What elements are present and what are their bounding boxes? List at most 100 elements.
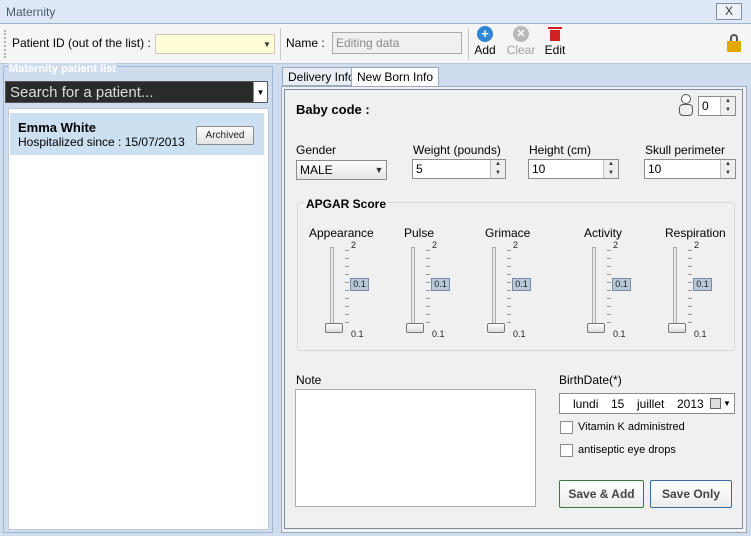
chevron-down-icon: ▼ bbox=[374, 165, 384, 175]
save-only-button[interactable]: Save Only bbox=[650, 480, 732, 508]
birthdate-month: juillet bbox=[637, 397, 665, 411]
apgar-slider-track[interactable] bbox=[411, 247, 415, 333]
slider-tick bbox=[426, 322, 430, 323]
weight-label: Weight (pounds) bbox=[413, 143, 501, 157]
apgar-slider-label: Respiration bbox=[665, 226, 726, 240]
birthdate-year: 2013 bbox=[677, 397, 704, 411]
slider-tick bbox=[426, 250, 430, 251]
skull-stepper[interactable]: 10 ▲ ▼ bbox=[644, 159, 736, 179]
slider-tick bbox=[507, 322, 511, 323]
tab-new-born-info[interactable]: New Born Info bbox=[351, 67, 440, 87]
toolbar-separator bbox=[468, 28, 469, 60]
apgar-slider-thumb[interactable] bbox=[668, 323, 686, 333]
slider-tick bbox=[688, 274, 692, 275]
clear-button[interactable]: ✕ Clear bbox=[505, 26, 537, 57]
slider-tick bbox=[688, 250, 692, 251]
slider-tick bbox=[607, 250, 611, 251]
slider-tick bbox=[607, 290, 611, 291]
name-input[interactable]: Editing data bbox=[332, 32, 462, 54]
archived-badge[interactable]: Archived bbox=[196, 126, 254, 145]
apgar-min-label: 0.1 bbox=[613, 329, 626, 339]
apgar-slider-thumb[interactable] bbox=[487, 323, 505, 333]
edit-button[interactable]: Edit bbox=[542, 26, 568, 57]
note-textarea[interactable] bbox=[295, 389, 536, 507]
patient-name: Emma White bbox=[18, 120, 97, 135]
baby-code-stepper[interactable]: 0 ▲ ▼ bbox=[698, 96, 736, 116]
slider-tick bbox=[345, 258, 349, 259]
patient-list-title: Maternity patient list bbox=[8, 63, 117, 75]
baby-code-label: Baby code : bbox=[296, 102, 370, 117]
apgar-max-label: 2 bbox=[613, 240, 619, 250]
apgar-slider-thumb[interactable] bbox=[325, 323, 343, 333]
apgar-value-display: 0.1 bbox=[693, 278, 712, 291]
slider-tick bbox=[507, 298, 511, 299]
patient-id-label: Patient ID (out of the list) : bbox=[12, 36, 151, 50]
apgar-slider-track[interactable] bbox=[673, 247, 677, 333]
apgar-value-display: 0.1 bbox=[512, 278, 531, 291]
tab-delivery-info[interactable]: Delivery Info bbox=[282, 67, 361, 86]
apgar-max-label: 2 bbox=[432, 240, 438, 250]
slider-tick bbox=[688, 322, 692, 323]
height-label: Height (cm) bbox=[529, 143, 592, 157]
slider-tick bbox=[507, 274, 511, 275]
skull-value: 10 bbox=[648, 162, 662, 176]
weight-value: 5 bbox=[416, 162, 423, 176]
add-button[interactable]: + Add bbox=[472, 26, 498, 57]
slider-tick bbox=[426, 314, 430, 315]
slider-tick bbox=[607, 306, 611, 307]
patient-list bbox=[8, 108, 269, 530]
slider-tick bbox=[345, 322, 349, 323]
gender-label: Gender bbox=[296, 143, 337, 157]
apgar-max-label: 2 bbox=[513, 240, 519, 250]
apgar-slider-label: Pulse bbox=[404, 226, 435, 240]
slider-tick bbox=[688, 314, 692, 315]
slider-tick bbox=[688, 258, 692, 259]
slider-tick bbox=[507, 314, 511, 315]
vitamin-k-checkbox[interactable] bbox=[560, 421, 573, 434]
slider-tick bbox=[688, 306, 692, 307]
height-stepper[interactable]: 10 ▲ ▼ bbox=[528, 159, 619, 179]
calendar-icon[interactable] bbox=[710, 398, 721, 409]
slider-tick bbox=[426, 258, 430, 259]
gender-select[interactable]: MALE ▼ bbox=[296, 160, 387, 180]
slider-tick bbox=[607, 274, 611, 275]
slider-tick bbox=[507, 250, 511, 251]
apgar-slider-track[interactable] bbox=[592, 247, 596, 333]
slider-tick bbox=[607, 266, 611, 267]
apgar-slider-thumb[interactable] bbox=[587, 323, 605, 333]
spinner-arrows-icon[interactable]: ▲ ▼ bbox=[720, 97, 735, 115]
save-and-add-button[interactable]: Save & Add bbox=[559, 480, 644, 508]
slider-tick bbox=[688, 290, 692, 291]
edit-label: Edit bbox=[544, 43, 566, 57]
note-label: Note bbox=[296, 373, 322, 387]
spinner-arrows-icon[interactable]: ▲ ▼ bbox=[490, 160, 505, 178]
name-label: Name : bbox=[286, 36, 325, 50]
slider-tick bbox=[507, 266, 511, 267]
apgar-title: APGAR Score bbox=[304, 197, 389, 211]
list-item[interactable]: Emma White Hospitalized since : 15/07/20… bbox=[10, 113, 264, 155]
skull-label: Skull perimeter bbox=[645, 143, 726, 157]
birthdate-picker[interactable]: lundi 15 juillet 2013 ▼ bbox=[559, 393, 735, 414]
apgar-slider-label: Activity bbox=[584, 226, 623, 240]
apgar-max-label: 2 bbox=[694, 240, 700, 250]
patient-id-select[interactable]: ▼ bbox=[155, 34, 275, 54]
apgar-slider-track[interactable] bbox=[492, 247, 496, 333]
patient-search-input[interactable]: Search for a patient... ▼ bbox=[5, 81, 268, 103]
weight-stepper[interactable]: 5 ▲ ▼ bbox=[412, 159, 506, 179]
eye-drops-checkbox[interactable] bbox=[560, 444, 573, 457]
toolbar-separator bbox=[280, 28, 281, 60]
slider-tick bbox=[507, 306, 511, 307]
slider-tick bbox=[607, 314, 611, 315]
slider-tick bbox=[426, 266, 430, 267]
apgar-slider-thumb[interactable] bbox=[406, 323, 424, 333]
slider-tick bbox=[607, 282, 611, 283]
spinner-arrows-icon[interactable]: ▲ ▼ bbox=[720, 160, 735, 178]
spinner-arrows-icon[interactable]: ▲ ▼ bbox=[603, 160, 618, 178]
lock-icon[interactable] bbox=[727, 34, 741, 52]
tab-line bbox=[282, 86, 350, 87]
chevron-down-icon[interactable]: ▼ bbox=[723, 397, 731, 411]
slider-tick bbox=[345, 282, 349, 283]
close-window-button[interactable]: X bbox=[716, 3, 742, 20]
apgar-slider-track[interactable] bbox=[330, 247, 334, 333]
gender-value: MALE bbox=[300, 163, 333, 177]
